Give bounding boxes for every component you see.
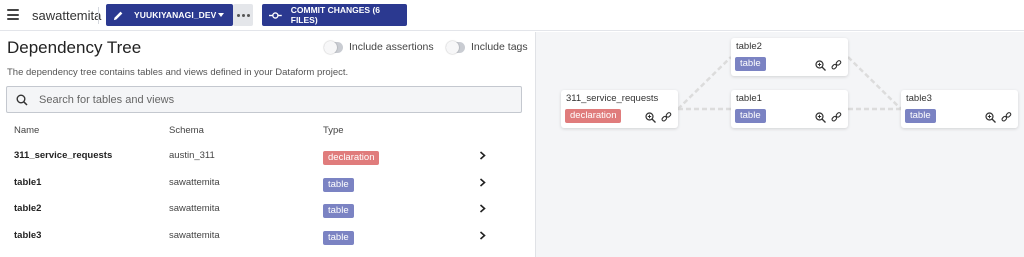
row-name: table1 xyxy=(14,177,42,188)
node-title: table2 xyxy=(736,41,762,52)
type-badge: table xyxy=(323,231,354,245)
table-row[interactable]: 311_service_requests austin_311 declarat… xyxy=(0,145,520,171)
graph-node-311-service-requests[interactable]: 311_service_requests declaration xyxy=(561,90,678,128)
branch-label: YUUKIYANAGI_DEV xyxy=(134,10,217,20)
node-title: 311_service_requests xyxy=(566,93,659,104)
column-header-schema: Schema xyxy=(169,125,204,136)
divider xyxy=(98,7,99,24)
link-icon[interactable] xyxy=(661,112,672,123)
commit-icon xyxy=(269,11,282,19)
graph-node-table1[interactable]: table1 table xyxy=(731,90,848,128)
node-title: table3 xyxy=(906,93,932,104)
project-name: sawattemita xyxy=(32,8,102,23)
node-title: table1 xyxy=(736,93,762,104)
zoom-in-icon[interactable] xyxy=(815,112,826,123)
chevron-right-icon[interactable] xyxy=(479,151,486,160)
commit-label: COMMIT CHANGES (6 FILES) xyxy=(290,5,380,25)
table-row[interactable]: table1 sawattemita table xyxy=(0,172,520,198)
dependency-tree-panel: Dependency Tree Include assertions Inclu… xyxy=(0,32,535,257)
include-assertions-toggle[interactable]: Include assertions xyxy=(324,40,434,54)
pencil-icon xyxy=(113,11,123,20)
graph-node-table2[interactable]: table2 table xyxy=(731,38,848,76)
commit-changes-button[interactable]: COMMIT CHANGES (6 FILES) xyxy=(262,4,407,26)
type-badge: declaration xyxy=(565,109,622,123)
table-row[interactable]: table2 sawattemita table xyxy=(0,198,520,224)
table-row[interactable]: table3 sawattemita table xyxy=(0,225,520,251)
row-schema: sawattemita xyxy=(169,230,220,241)
hamburger-menu-icon[interactable] xyxy=(7,9,19,20)
column-header-name: Name xyxy=(14,125,40,136)
page-title: Dependency Tree xyxy=(7,38,142,57)
type-badge: table xyxy=(905,109,936,123)
link-icon[interactable] xyxy=(831,60,842,71)
branch-dropdown-button[interactable]: YUUKIYANAGI_DEV xyxy=(106,4,233,26)
link-icon[interactable] xyxy=(831,112,842,123)
include-tags-label: Include tags xyxy=(471,41,528,53)
link-icon[interactable] xyxy=(1001,112,1012,123)
chevron-right-icon[interactable] xyxy=(479,178,486,187)
toggle-switch[interactable] xyxy=(324,40,343,54)
type-badge: declaration xyxy=(323,151,380,165)
chevron-down-icon xyxy=(218,13,224,17)
type-badge: table xyxy=(735,57,766,71)
search-icon xyxy=(16,94,28,106)
include-assertions-label: Include assertions xyxy=(349,41,434,53)
row-name: table3 xyxy=(14,230,42,241)
include-tags-toggle[interactable]: Include tags xyxy=(446,40,528,54)
more-options-button[interactable] xyxy=(233,4,253,26)
toggle-switch[interactable] xyxy=(446,40,465,54)
top-bar: sawattemita YUUKIYANAGI_DEV COMMIT CHANG… xyxy=(0,0,1024,31)
zoom-in-icon[interactable] xyxy=(815,60,826,71)
row-schema: sawattemita xyxy=(169,177,220,188)
type-badge: table xyxy=(323,204,354,218)
row-name: table2 xyxy=(14,203,42,214)
chevron-right-icon[interactable] xyxy=(479,231,486,240)
panel-description: The dependency tree contains tables and … xyxy=(7,67,349,78)
type-badge: table xyxy=(735,109,766,123)
search-box[interactable] xyxy=(6,86,522,113)
zoom-in-icon[interactable] xyxy=(645,112,656,123)
dependency-graph[interactable]: 311_service_requests declaration table2 … xyxy=(536,32,1024,257)
chevron-right-icon[interactable] xyxy=(479,204,486,213)
column-header-type: Type xyxy=(323,125,344,136)
type-badge: table xyxy=(323,178,354,192)
graph-node-table3[interactable]: table3 table xyxy=(901,90,1018,128)
row-schema: austin_311 xyxy=(169,150,215,161)
row-name: 311_service_requests xyxy=(14,150,113,161)
zoom-in-icon[interactable] xyxy=(985,112,996,123)
row-schema: sawattemita xyxy=(169,203,220,214)
search-input[interactable] xyxy=(39,91,509,109)
